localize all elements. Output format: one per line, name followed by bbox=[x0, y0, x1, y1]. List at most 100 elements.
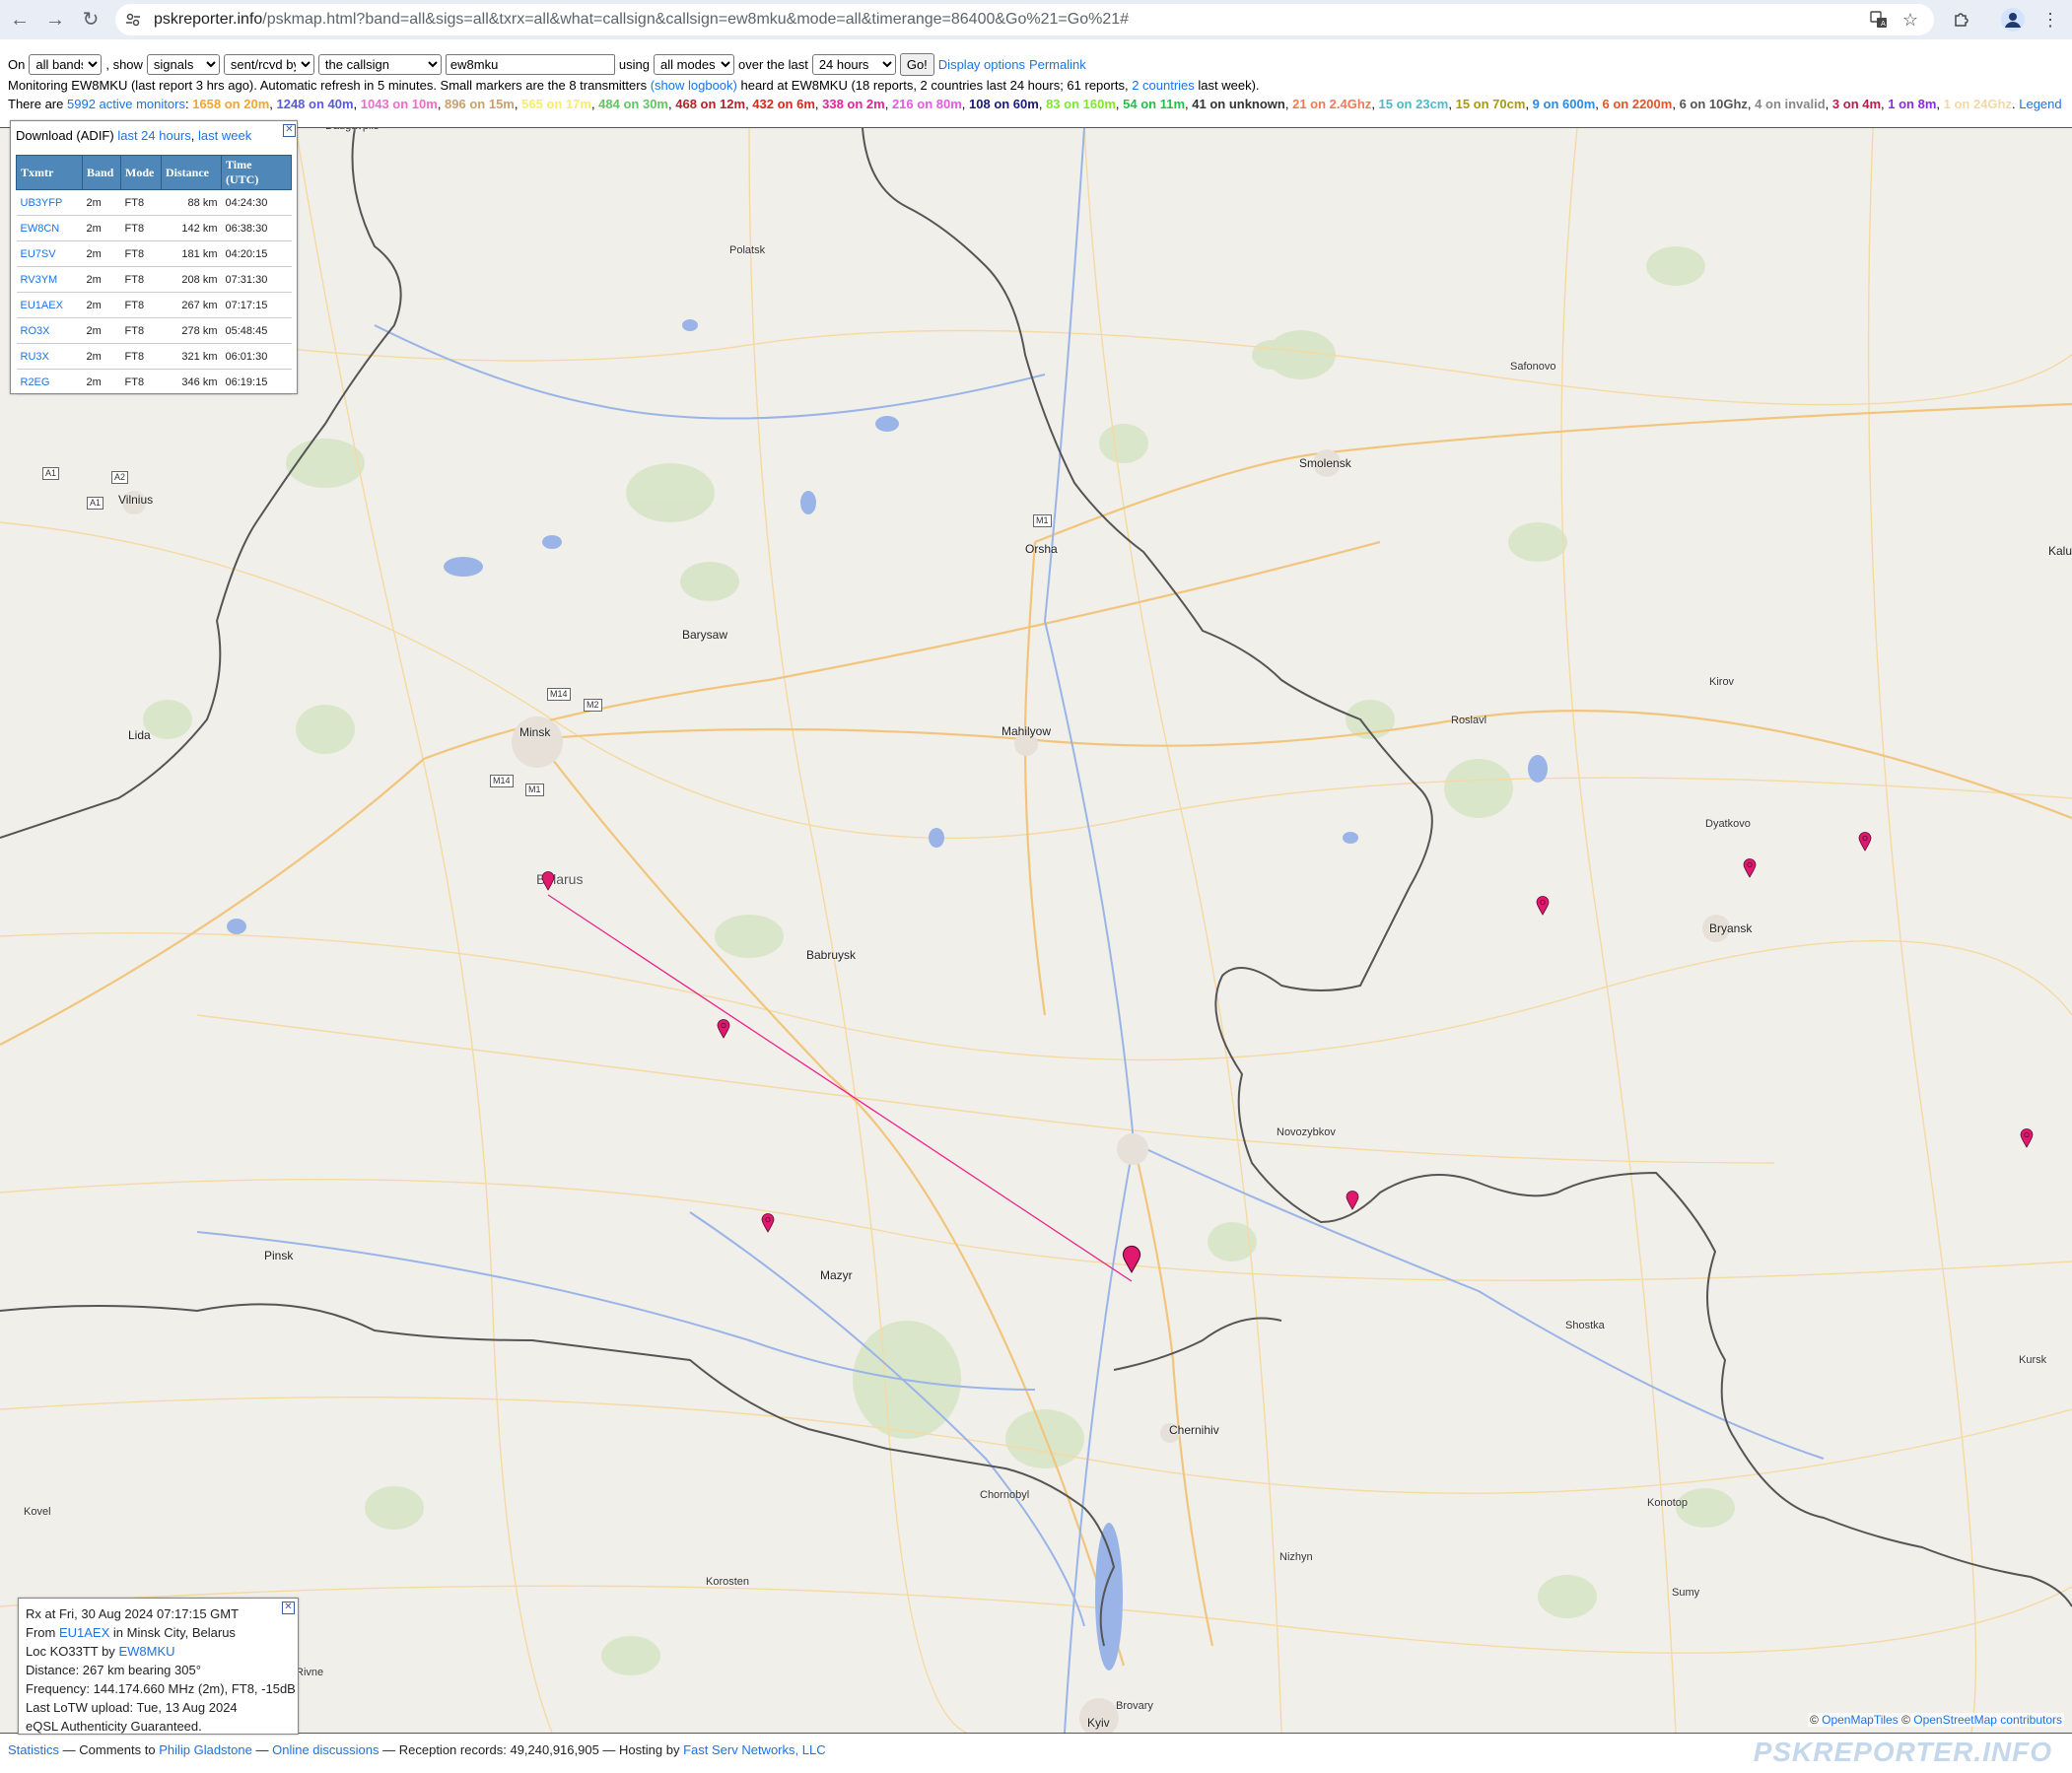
table-row[interactable]: RU3X 2m FT8 321 km 06:01:30 bbox=[16, 343, 292, 370]
callsign-input[interactable] bbox=[445, 53, 615, 75]
forward-icon[interactable]: → bbox=[41, 6, 69, 34]
online-discussions-link[interactable]: Online discussions bbox=[272, 1742, 379, 1757]
from-location: in Minsk City, Belarus bbox=[112, 1625, 236, 1640]
band-count: 41 on unknown bbox=[1192, 97, 1285, 111]
url-path: /pskmap.html?band=all&sigs=all&txrx=all&… bbox=[262, 11, 1130, 28]
table-row[interactable]: EW8CN 2m FT8 142 km 06:38:30 bbox=[16, 215, 292, 241]
download-panel: ✕ Download (ADIF) last 24 hours, last we… bbox=[10, 120, 298, 395]
mode-cell: FT8 bbox=[120, 240, 162, 267]
band-cell: 2m bbox=[82, 189, 121, 216]
download-lastweek-link[interactable]: last week bbox=[198, 128, 251, 143]
time-cell: 04:24:30 bbox=[221, 189, 292, 216]
col-distance[interactable]: Distance bbox=[161, 155, 222, 190]
table-row[interactable]: RV3YM 2m FT8 208 km 07:31:30 bbox=[16, 266, 292, 293]
distance-cell: 88 km bbox=[161, 189, 222, 216]
road-shield: M2 bbox=[584, 699, 602, 712]
statistics-link[interactable]: Statistics bbox=[8, 1742, 59, 1757]
close-info-panel-icon[interactable]: ✕ bbox=[282, 1602, 295, 1614]
txmtr-link[interactable]: RU3X bbox=[21, 351, 49, 363]
distance-cell: 321 km bbox=[161, 343, 222, 370]
query-controls: On all bands , show signals sent/rcvd by… bbox=[8, 52, 1086, 76]
table-row[interactable]: RO3X 2m FT8 278 km 05:48:45 bbox=[16, 317, 292, 344]
download-last24-link[interactable]: last 24 hours bbox=[117, 128, 190, 143]
band-cell: 2m bbox=[82, 369, 121, 395]
profile-avatar-icon[interactable] bbox=[2001, 8, 2025, 32]
txmtr-link[interactable]: UB3YFP bbox=[21, 197, 63, 209]
rx-time: Rx at Fri, 30 Aug 2024 07:17:15 GMT bbox=[26, 1606, 240, 1621]
menu-kebab-icon[interactable]: ⋮ bbox=[2038, 8, 2062, 32]
countries-link[interactable]: 2 countries bbox=[1132, 78, 1195, 93]
band-count: 6 on 10Ghz bbox=[1679, 97, 1748, 111]
col-band[interactable]: Band bbox=[82, 155, 121, 190]
city-label: Mazyr bbox=[820, 1268, 853, 1282]
translate-icon[interactable]: A bbox=[1867, 8, 1891, 32]
reload-icon[interactable]: ↻ bbox=[77, 6, 104, 34]
monitors-colon: : bbox=[184, 97, 189, 111]
last-week-text: last week). bbox=[1198, 78, 1260, 93]
close-download-panel-icon[interactable]: ✕ bbox=[283, 124, 296, 137]
band-count: 54 on 11m bbox=[1123, 97, 1186, 111]
show-label: , show bbox=[105, 56, 143, 72]
city-label: Mahilyow bbox=[1001, 724, 1052, 738]
band-count: 15 on 70cm bbox=[1455, 97, 1526, 111]
display-options-link[interactable]: Display options bbox=[938, 57, 1025, 72]
band-count: 9 on 600m bbox=[1532, 97, 1596, 111]
download-title: Download (ADIF) last 24 hours, last week bbox=[16, 128, 252, 143]
legend-link[interactable]: Legend bbox=[2019, 97, 2061, 111]
band-count: 565 on 17m bbox=[521, 97, 591, 111]
txmtr-link[interactable]: RV3YM bbox=[21, 274, 58, 286]
from-callsign-link[interactable]: EU1AEX bbox=[59, 1625, 109, 1640]
what-select[interactable]: the callsign bbox=[317, 53, 442, 75]
timerange-select[interactable]: 24 hours bbox=[811, 53, 896, 75]
over-label: over the last bbox=[738, 56, 808, 72]
band-count: 468 on 12m bbox=[675, 97, 746, 111]
receiver-callsign-link[interactable]: EW8MKU bbox=[118, 1644, 174, 1659]
direction-select[interactable]: sent/rcvd by bbox=[223, 53, 314, 75]
active-monitors-link[interactable]: 5992 active monitors bbox=[67, 97, 185, 111]
col-txmtr[interactable]: Txmtr bbox=[16, 155, 83, 190]
band-select[interactable]: all bands bbox=[29, 53, 103, 75]
table-row[interactable]: UB3YFP 2m FT8 88 km 04:24:30 bbox=[16, 189, 292, 216]
active-monitors-line: There are 5992 active monitors: 1658 on … bbox=[8, 97, 2062, 111]
openmaptiles-link[interactable]: OpenMapTiles bbox=[1822, 1713, 1899, 1727]
distance-cell: 278 km bbox=[161, 317, 222, 344]
col-time[interactable]: Time (UTC) bbox=[221, 155, 292, 190]
band-count: 108 on 60m bbox=[969, 97, 1039, 111]
txmtr-link[interactable]: EW8CN bbox=[21, 223, 60, 235]
txmtr-link[interactable]: R2EG bbox=[21, 376, 50, 388]
txmtr-link[interactable]: EU1AEX bbox=[21, 300, 63, 311]
svg-text:A: A bbox=[1881, 20, 1886, 28]
transmitter-table-body: UB3YFP 2m FT8 88 km 04:24:30 EW8CN 2m FT8 142 km… bbox=[16, 189, 292, 395]
txmtr-link[interactable]: EU7SV bbox=[21, 248, 56, 260]
back-icon[interactable]: ← bbox=[6, 6, 34, 34]
mode-select[interactable]: all modes bbox=[654, 53, 734, 75]
site-info-icon[interactable] bbox=[125, 12, 141, 28]
table-row[interactable]: EU1AEX 2m FT8 267 km 07:17:15 bbox=[16, 292, 292, 318]
time-cell: 07:17:15 bbox=[221, 292, 292, 318]
show-logbook-link[interactable]: (show logbook) bbox=[651, 78, 737, 93]
extensions-icon[interactable] bbox=[1950, 8, 1973, 32]
reception-info-panel: ✕ Rx at Fri, 30 Aug 2024 07:17:15 GMT Fr… bbox=[18, 1598, 299, 1735]
bookmark-star-icon[interactable]: ☆ bbox=[1899, 8, 1922, 32]
col-mode[interactable]: Mode bbox=[120, 155, 162, 190]
road-shield: A1 bbox=[42, 467, 60, 480]
city-label: Safonovo bbox=[1510, 361, 1556, 373]
table-row[interactable]: EU7SV 2m FT8 181 km 04:20:15 bbox=[16, 240, 292, 267]
map-view[interactable]: Daugavpils Polatsk Safonovo Smolensk Vilnius… bbox=[0, 127, 2072, 1734]
road-shield: A2 bbox=[111, 471, 129, 484]
url-text[interactable]: pskreporter.info/pskmap.html?band=all&si… bbox=[154, 11, 1129, 29]
city-label: Minsk bbox=[519, 725, 551, 739]
monitoring-status: Monitoring EW8MKU (last report 3 hrs ago… bbox=[8, 78, 1260, 93]
eqsl-line: eQSL Authenticity Guaranteed. bbox=[26, 1719, 202, 1734]
band-cell: 2m bbox=[82, 317, 121, 344]
author-link[interactable]: Philip Gladstone bbox=[159, 1742, 252, 1757]
table-row[interactable]: R2EG 2m FT8 346 km 06:19:15 bbox=[16, 369, 292, 395]
txmtr-link[interactable]: RO3X bbox=[21, 325, 50, 337]
permalink-link[interactable]: Permalink bbox=[1029, 57, 1086, 72]
openstreetmap-link[interactable]: OpenStreetMap contributors bbox=[1913, 1713, 2062, 1727]
hosting-link[interactable]: Fast Serv Networks, LLC bbox=[683, 1742, 826, 1757]
go-button[interactable]: Go! bbox=[899, 52, 934, 76]
show-select[interactable]: signals bbox=[146, 53, 220, 75]
band-count: 1 on 24Ghz bbox=[1943, 97, 2012, 111]
time-cell: 04:20:15 bbox=[221, 240, 292, 267]
